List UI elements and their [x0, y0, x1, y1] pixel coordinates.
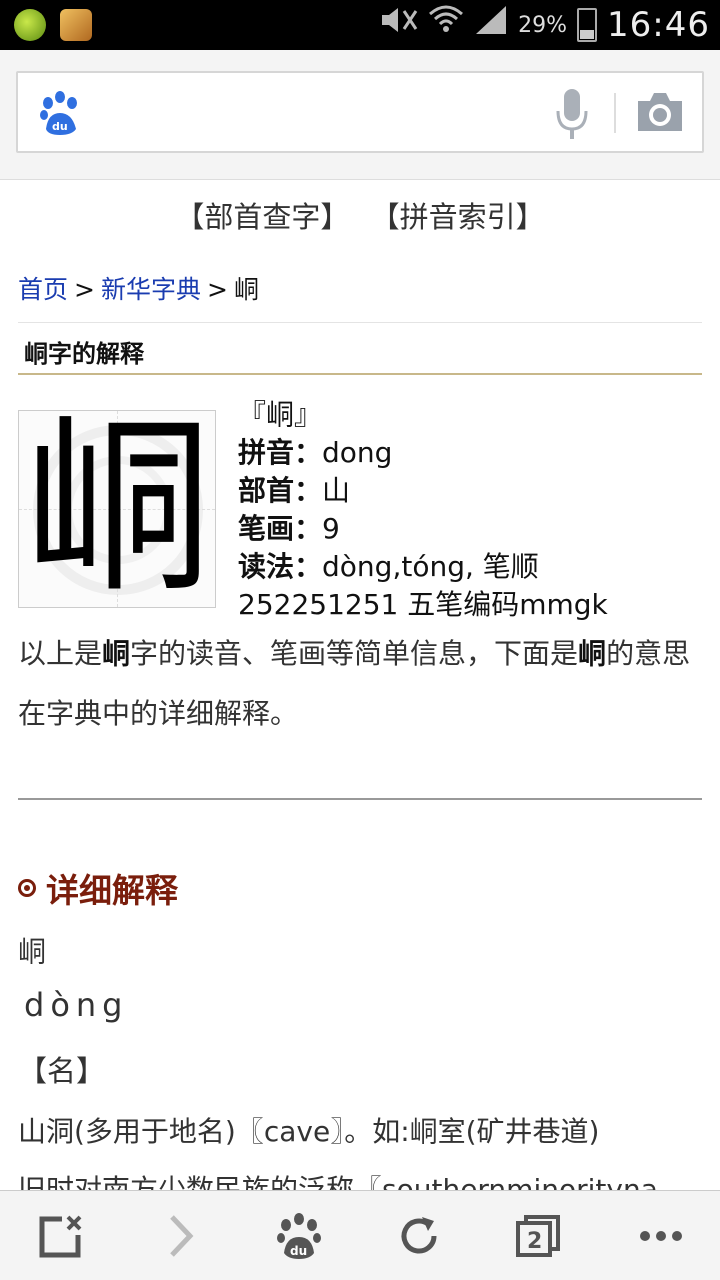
- baidu-paw-icon[interactable]: du: [38, 89, 82, 137]
- part-of-speech: 【名】: [18, 1054, 106, 1088]
- pinyin-index-link[interactable]: 【拼音索引】: [371, 200, 545, 234]
- battery-percent: 29%: [518, 12, 568, 38]
- status-bar: 29% 16:46: [0, 0, 720, 50]
- clock: 16:46: [607, 5, 710, 45]
- radical-lookup-link[interactable]: 【部首查字】: [175, 200, 349, 234]
- divider: [18, 373, 702, 375]
- summary-text: 以上是峒字的读音、笔画等简单信息，下面是峒的意思在字典中的详细解释。: [18, 637, 691, 730]
- breadcrumb: 首页 > 新华字典 > 峒: [18, 270, 259, 306]
- detail-heading: 详细解释: [18, 864, 178, 912]
- page-content: 【部首查字】 【拼音索引】 首页 > 新华字典 > 峒 峒字的解释 峒 『峒』 拼音：d…: [0, 182, 720, 1190]
- baidu-home-icon[interactable]: du: [274, 1211, 324, 1261]
- microphone-icon[interactable]: [554, 87, 590, 141]
- detail-character: 峒: [18, 935, 47, 968]
- search-input[interactable]: du: [16, 71, 704, 153]
- definition-2: 旧时对南方少数民族的泛称〖southernminorityna: [18, 1173, 658, 1190]
- refresh-icon[interactable]: [394, 1211, 444, 1261]
- divider: [18, 322, 702, 323]
- pinyin-row: 拼音：dong: [238, 436, 393, 469]
- breadcrumb-dictionary-link[interactable]: 新华字典: [101, 275, 201, 304]
- svg-text:du: du: [52, 120, 68, 133]
- svg-text:du: du: [290, 1244, 307, 1258]
- tab-count: 2: [527, 1229, 542, 1254]
- index-links: 【部首查字】 【拼音索引】: [0, 194, 720, 236]
- detail-pinyin: dòng: [24, 986, 129, 1024]
- large-character: 峒: [24, 410, 212, 608]
- search-divider: [614, 93, 616, 133]
- close-tab-icon[interactable]: [36, 1211, 86, 1261]
- reading-row: 读法：dòng,tóng, 笔顺: [238, 550, 539, 583]
- bullet-icon: [18, 879, 36, 897]
- mute-icon: [378, 5, 418, 46]
- character-bracket: 『峒』: [238, 398, 323, 431]
- signal-icon: [474, 4, 508, 47]
- definition-1: 山洞(多用于地名)〖cave〗。如:峒室(矿井巷道): [18, 1115, 600, 1148]
- notification-app-icon: [14, 9, 46, 41]
- codes-row: 252251251 五笔编码mmgk: [238, 588, 608, 621]
- battery-icon: [577, 8, 598, 42]
- character-image: 峒: [18, 410, 216, 608]
- strokes-row: 笔画：9: [238, 512, 340, 545]
- character-info: 『峒』 拼音：dong 部首：山 笔画：9 读法：dòng,tóng, 笔顺 2…: [238, 396, 608, 624]
- forward-icon[interactable]: [156, 1211, 206, 1261]
- search-header: du: [0, 50, 720, 180]
- radical-row: 部首：山: [238, 474, 351, 507]
- breadcrumb-separator: >: [206, 275, 228, 304]
- notification-app-icon: [60, 9, 92, 41]
- wifi-icon: [428, 4, 464, 47]
- section-title: 峒字的解释: [24, 340, 144, 368]
- bottom-toolbar: du 2: [0, 1190, 720, 1280]
- breadcrumb-separator: >: [74, 275, 95, 304]
- breadcrumb-home-link[interactable]: 首页: [18, 275, 68, 304]
- more-icon[interactable]: [636, 1211, 686, 1261]
- divider: [18, 798, 702, 800]
- tabs-count-icon[interactable]: 2: [514, 1211, 564, 1261]
- camera-icon[interactable]: [634, 89, 686, 135]
- breadcrumb-current: 峒: [233, 275, 259, 304]
